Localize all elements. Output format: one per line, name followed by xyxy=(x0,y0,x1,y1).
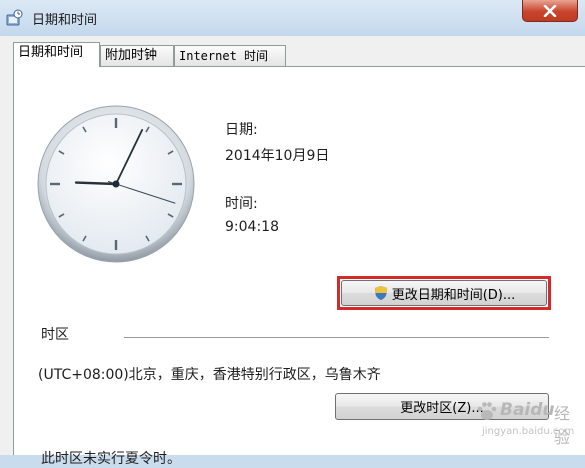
dst-note: 此时区未实行夏令时。 xyxy=(41,451,181,467)
close-button[interactable] xyxy=(522,0,578,22)
title-bar: 日期和时间 xyxy=(0,0,585,36)
change-date-time-button[interactable]: 更改日期和时间(D)... xyxy=(341,280,547,306)
dialog-body: 日期和时间 附加时钟 Internet 时间 日期: 2014年10月9日 时间… xyxy=(0,36,585,467)
close-icon xyxy=(543,4,557,17)
window-title: 日期和时间 xyxy=(32,13,98,28)
tab-date-time[interactable]: 日期和时间 xyxy=(13,42,100,67)
baidu-watermark: Baidu 经验 jingyan.baidu.com xyxy=(460,392,585,452)
tab-additional-clocks-label: 附加时钟 xyxy=(105,48,158,63)
clock-settings-icon xyxy=(6,9,23,26)
baidu-paw-icon xyxy=(477,402,497,420)
timezone-divider xyxy=(124,337,549,338)
clock-center-pin xyxy=(112,180,120,188)
watermark-brand: Baidu xyxy=(500,400,555,420)
tab-internet-time-label: Internet 时间 xyxy=(179,49,269,63)
tab-internet-time[interactable]: Internet 时间 xyxy=(174,45,286,67)
watermark-sub: 经验 xyxy=(554,404,571,447)
time-label: 时间: xyxy=(225,196,258,212)
tab-date-time-label: 日期和时间 xyxy=(18,45,84,60)
change-date-time-button-label: 更改日期和时间(D)... xyxy=(391,287,516,303)
timezone-value: (UTC+08:00)北京，重庆，香港特别行政区，乌鲁木齐 xyxy=(38,367,381,383)
timezone-label: 时区 xyxy=(41,327,69,343)
clock-hour-hand xyxy=(74,181,118,186)
watermark-url: jingyan.baidu.com xyxy=(482,426,575,437)
date-label: 日期: xyxy=(225,122,258,138)
tab-additional-clocks[interactable]: 附加时钟 xyxy=(100,45,174,67)
analog-clock xyxy=(37,105,195,263)
time-value: 9:04:18 xyxy=(225,219,279,235)
date-value: 2014年10月9日 xyxy=(225,148,330,164)
uac-shield-icon xyxy=(374,286,387,300)
